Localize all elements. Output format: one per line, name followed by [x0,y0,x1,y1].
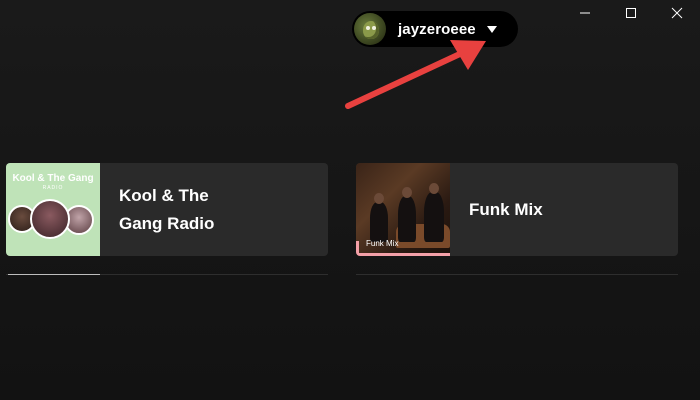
caret-down-icon [486,25,497,33]
close-button[interactable] [654,0,700,26]
card-progress-track [356,274,678,275]
funk-mix-cover-image: Funk Mix [356,163,450,256]
cover-title: Kool & The Gang [12,173,94,184]
minimize-button[interactable] [562,0,608,26]
window-controls [562,0,700,26]
card-progress-track [6,274,328,275]
card-title: Funk Mix [469,199,543,219]
shortcut-card-funk-mix[interactable]: Funk Mix Funk Mix [356,163,678,256]
shortcut-card-kool-radio[interactable]: Kool & The Gang RADIO Kool & The Gang Ra… [6,163,328,256]
avatar-icon [354,13,386,45]
username-label: jayzeroeee [398,20,476,38]
kool-radio-cover-image: Kool & The Gang RADIO [6,163,100,256]
card-title: Kool & The Gang Radio [119,185,215,233]
user-menu-button[interactable]: jayzeroeee [352,11,518,47]
minimize-icon [580,12,590,14]
cover-subtitle: RADIO [42,185,64,191]
card-progress-fill [8,274,100,275]
close-icon [671,7,683,19]
cover-label: Funk Mix [366,239,399,248]
app-window: jayzeroeee Kool & The Gang RADIO Kool & … [0,0,700,400]
maximize-button[interactable] [608,0,654,26]
artist-bubble [30,199,70,239]
maximize-icon [626,8,636,18]
